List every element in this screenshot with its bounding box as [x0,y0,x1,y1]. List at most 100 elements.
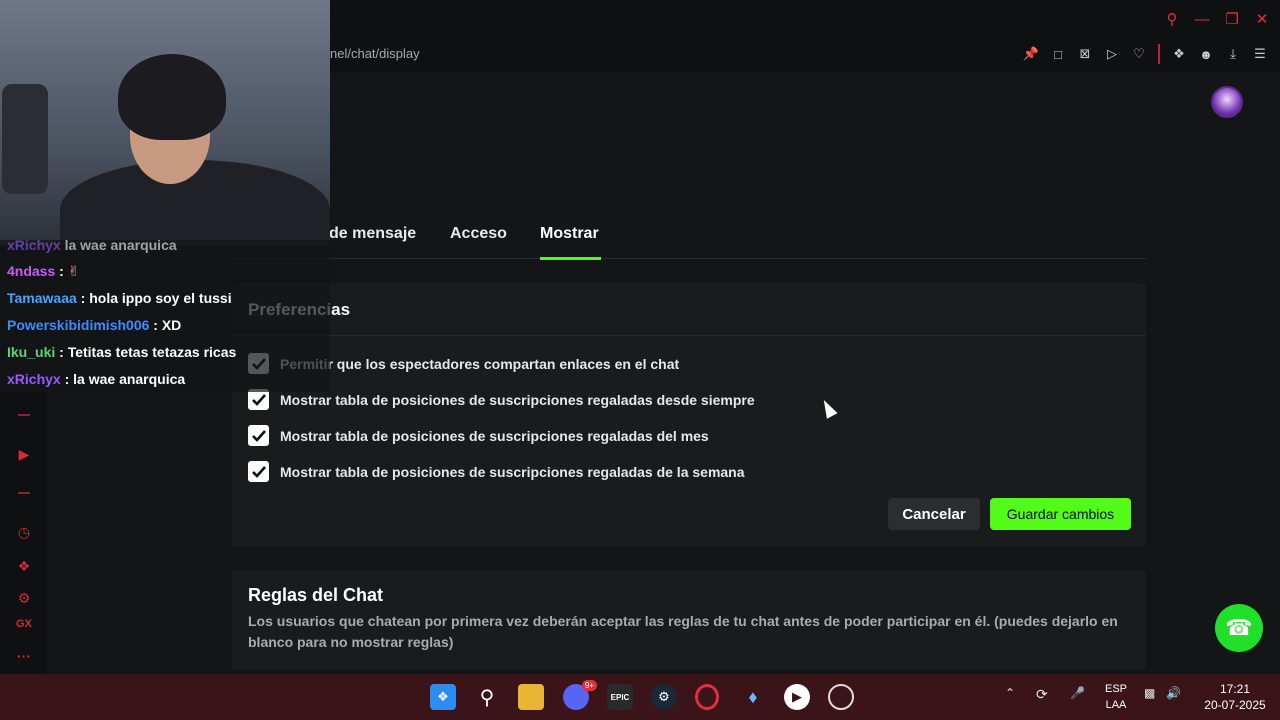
tray-expand-icon[interactable]: ⌃ [1005,686,1015,700]
chat-rules-description: Los usuarios que chatean por primera vez… [248,613,1118,650]
media-player-icon[interactable]: ▶ [784,684,810,710]
browser-toolbar: 📌 □ ⊠ ▷ ♡ ❖ ☻ ⤓ ☰ [1023,44,1268,64]
checkbox[interactable] [248,425,269,446]
tab-display[interactable]: Mostrar [540,225,599,243]
checkbox[interactable] [248,461,269,482]
chat-text: : XD [153,317,182,333]
clock-date: 20-07-2025 [1204,698,1266,712]
chat-message: 4ndass : ✌ [7,263,79,280]
window-controls: ⚲ — ❐ ✕ [1164,11,1270,29]
discord-badge: 9+ [581,680,597,691]
tab-message[interactable]: de mensaje [329,225,416,243]
preferences-card: Preferencias Permitir que los espectador… [232,283,1146,547]
play-icon[interactable]: ▷ [1104,45,1120,63]
address-bar-url[interactable]: nel/chat/display [330,46,420,61]
webcam-person-hair [118,54,226,140]
clock-time: 17:21 [1219,682,1251,696]
chat-username: 4ndass [7,263,56,279]
chat-rules-card: Reglas del Chat Los usuarios que chatean… [232,570,1146,670]
option-label: Mostrar tabla de posiciones de suscripci… [280,463,745,480]
webcam-overlay [0,0,330,246]
divider [232,335,1146,336]
search-icon[interactable]: ⚲ [474,684,500,710]
clear-icon[interactable]: ⊠ [1077,45,1093,63]
obs-icon[interactable] [828,684,854,710]
minimize-icon[interactable]: — [1194,11,1210,28]
volume-icon[interactable]: 🔊 [1166,686,1181,700]
option-leaderboard-week[interactable]: Mostrar tabla de posiciones de suscripci… [248,461,745,482]
check-icon [251,465,266,478]
webcam-chair [2,84,48,194]
option-label: Permitir que los espectadores compartan … [280,355,680,372]
browser-sidebar: ▶ ◷ ❖ ⚙ GX ··· [0,390,46,674]
chat-text: : hola ippo soy el tussi [80,290,232,306]
chat-username: Powerskibidimish006 [7,317,150,333]
checkbox[interactable] [248,389,269,410]
cancel-button[interactable]: Cancelar [888,498,980,530]
avatar[interactable] [1211,86,1243,118]
heart-icon[interactable]: ♡ [1131,45,1147,63]
download-icon[interactable]: ⤓ [1225,45,1241,63]
toolbar-separator [1158,44,1160,64]
history-icon[interactable]: ◷ [15,523,33,541]
option-leaderboard-month[interactable]: Mostrar tabla de posiciones de suscripci… [248,425,709,446]
sidebar-divider [18,414,30,416]
taskbar: ❖ ⚲ 9+ EPIC ⚙ ♦ ▶ ⌃ ⟳ 🎤 ESP LAA ▩ 🔊 17:2… [0,674,1280,720]
sync-icon[interactable]: ⟳ [1036,686,1048,703]
screenshot-icon[interactable]: □ [1050,45,1066,63]
chat-username: Tamawaaa [7,290,77,306]
extensions-icon[interactable]: ❖ [1171,45,1187,63]
language-indicator[interactable]: ESP LAA [1101,681,1131,713]
extensions-icon[interactable]: ❖ [15,557,33,575]
gx-icon[interactable]: GX [15,615,33,633]
network-icon[interactable]: ▩ [1144,686,1155,700]
user-icon[interactable]: ☻ [1198,45,1214,63]
settings-tabs: de mensaje Acceso Mostrar [232,218,1146,260]
system-clock[interactable]: 17:21 20-07-2025 [1200,681,1270,713]
chat-message: Iku_uki : Tetitas tetas tetazas ricas [7,344,236,360]
tab-access[interactable]: Acceso [450,225,507,243]
menu-icon[interactable]: ☰ [1252,45,1268,63]
opera-gx-icon[interactable] [695,684,719,710]
save-button[interactable]: Guardar cambios [990,498,1131,530]
chat-message: Tamawaaa : hola ippo soy el tussi [7,290,232,306]
microphone-icon[interactable]: 🎤 [1070,686,1085,700]
chat-username: xRichyx [7,371,61,387]
app-icon[interactable]: ♦ [740,684,766,710]
language-code: ESP [1104,683,1127,695]
chat-message: Powerskibidimish006 : XD [7,317,181,333]
sidebar-divider [18,492,30,494]
chat-text: la wae anarquica [64,237,177,253]
restore-icon[interactable]: ❐ [1224,11,1240,28]
play-icon[interactable]: ▶ [15,445,33,463]
chat-overlay: xRichyx la wae anarquica 4ndass : ✌ Tama… [0,237,330,392]
check-icon [251,429,266,442]
chat-message: xRichyx : la wae anarquica [7,371,185,387]
option-leaderboard-alltime[interactable]: Mostrar tabla de posiciones de suscripci… [248,389,755,410]
steam-icon[interactable]: ⚙ [651,684,677,710]
pin-icon[interactable]: 📌 [1023,45,1039,63]
chat-text: : la wae anarquica [64,371,186,387]
support-button[interactable]: ☎ [1215,604,1263,652]
discord-icon[interactable]: 9+ [563,680,597,710]
chat-text: : Tetitas tetas tetazas ricas [59,344,237,360]
headset-icon: ☎ [1225,615,1253,640]
windows-icon[interactable]: ❖ [430,684,456,710]
emote-icon: ✌ [67,263,80,279]
option-label: Mostrar tabla de posiciones de suscripci… [280,427,709,444]
chat-username: xRichyx [7,237,61,253]
check-icon [251,393,266,406]
option-label: Mostrar tabla de posiciones de suscripci… [280,391,755,408]
settings-icon[interactable]: ⚙ [15,589,33,607]
chat-rules-title: Reglas del Chat [248,585,384,605]
language-layout: LAA [1105,699,1127,711]
active-tab-indicator [540,257,601,260]
chat-message: xRichyx la wae anarquica [7,237,177,253]
chat-username: Iku_uki [7,344,56,360]
more-icon[interactable]: ··· [15,647,33,665]
epic-games-icon[interactable]: EPIC [607,684,633,710]
file-explorer-icon[interactable] [518,684,544,710]
chat-text: : [59,263,64,279]
search-icon[interactable]: ⚲ [1164,11,1180,28]
close-icon[interactable]: ✕ [1254,11,1270,28]
